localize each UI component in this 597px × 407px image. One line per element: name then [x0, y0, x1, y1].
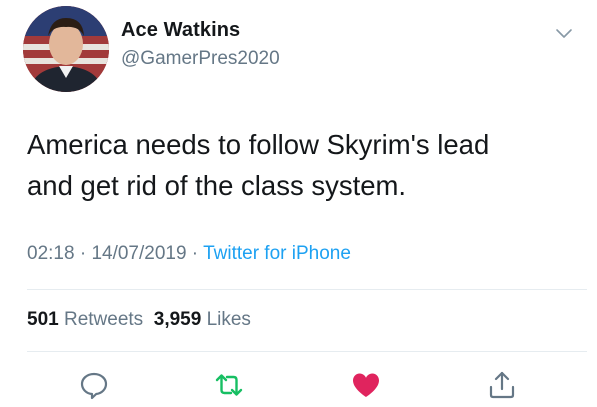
retweet-icon[interactable] [213, 369, 245, 401]
likes-label: Likes [206, 309, 251, 330]
avatar[interactable] [23, 6, 109, 92]
avatar-image [23, 6, 109, 92]
tweet-stats: 501 Retweets 3,959 Likes [27, 309, 251, 331]
action-bar [0, 369, 597, 401]
chevron-down-icon[interactable] [555, 24, 573, 42]
divider [27, 351, 587, 352]
divider [27, 289, 587, 290]
tweet-source-link[interactable]: Twitter for iPhone [203, 243, 351, 264]
tweet-text-line-1: America needs to follow Skyrim's lead [27, 129, 490, 160]
heart-icon[interactable] [350, 369, 382, 401]
likes-stat[interactable]: 3,959 Likes [154, 309, 251, 330]
tweet-text: America needs to follow Skyrim's lead an… [27, 124, 567, 206]
meta-separator: · [186, 243, 204, 264]
retweets-label: Retweets [63, 309, 144, 330]
tweet-meta: 02:18 · 14/07/2019 · Twitter for iPhone [27, 243, 351, 265]
author-handle[interactable]: @GamerPres2020 [121, 48, 280, 70]
reply-icon[interactable] [78, 369, 110, 401]
tweet-time: 02:18 [27, 243, 75, 264]
likes-count: 3,959 [153, 309, 202, 330]
tweet-text-line-2: and get rid of the class system. [27, 170, 407, 201]
share-icon[interactable] [486, 369, 518, 401]
retweets-stat[interactable]: 501 Retweets [27, 309, 143, 330]
tweet-date: 14/07/2019 [91, 243, 187, 264]
retweets-count: 501 [27, 309, 59, 330]
author-name[interactable]: Ace Watkins [121, 19, 240, 42]
meta-separator: · [74, 243, 92, 264]
